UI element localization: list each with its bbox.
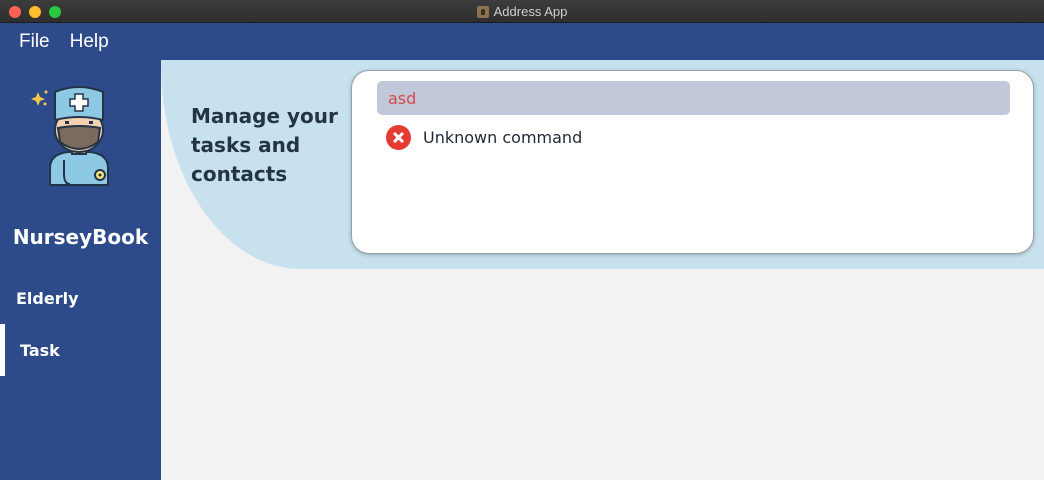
menu-help[interactable]: Help xyxy=(70,31,109,53)
command-input[interactable] xyxy=(377,81,1010,115)
menu-file[interactable]: File xyxy=(19,31,50,53)
nurse-avatar-icon xyxy=(31,86,109,186)
command-box: Unknown command xyxy=(351,70,1034,254)
result-text: Unknown command xyxy=(423,128,583,147)
result-message: Unknown command xyxy=(386,125,582,150)
app-brand: NurseyBook xyxy=(12,225,149,249)
menu-bar: File Help xyxy=(0,23,1044,60)
sidebar-item-task[interactable]: Task xyxy=(0,324,161,376)
sidebar-item-label: Task xyxy=(20,340,60,360)
app-icon xyxy=(476,5,489,18)
tagline: Manage your tasks and contacts xyxy=(191,104,338,186)
selected-indicator xyxy=(0,324,5,376)
sidebar-item-label: Elderly xyxy=(16,288,79,308)
sidebar-item-elderly[interactable]: Elderly xyxy=(0,272,161,324)
window-titlebar: Address App xyxy=(0,0,1044,23)
sidebar: NurseyBook Elderly Task xyxy=(0,60,161,480)
window-title-wrap: Address App xyxy=(0,0,1044,23)
window-title: Address App xyxy=(493,4,568,19)
error-icon xyxy=(386,125,411,150)
